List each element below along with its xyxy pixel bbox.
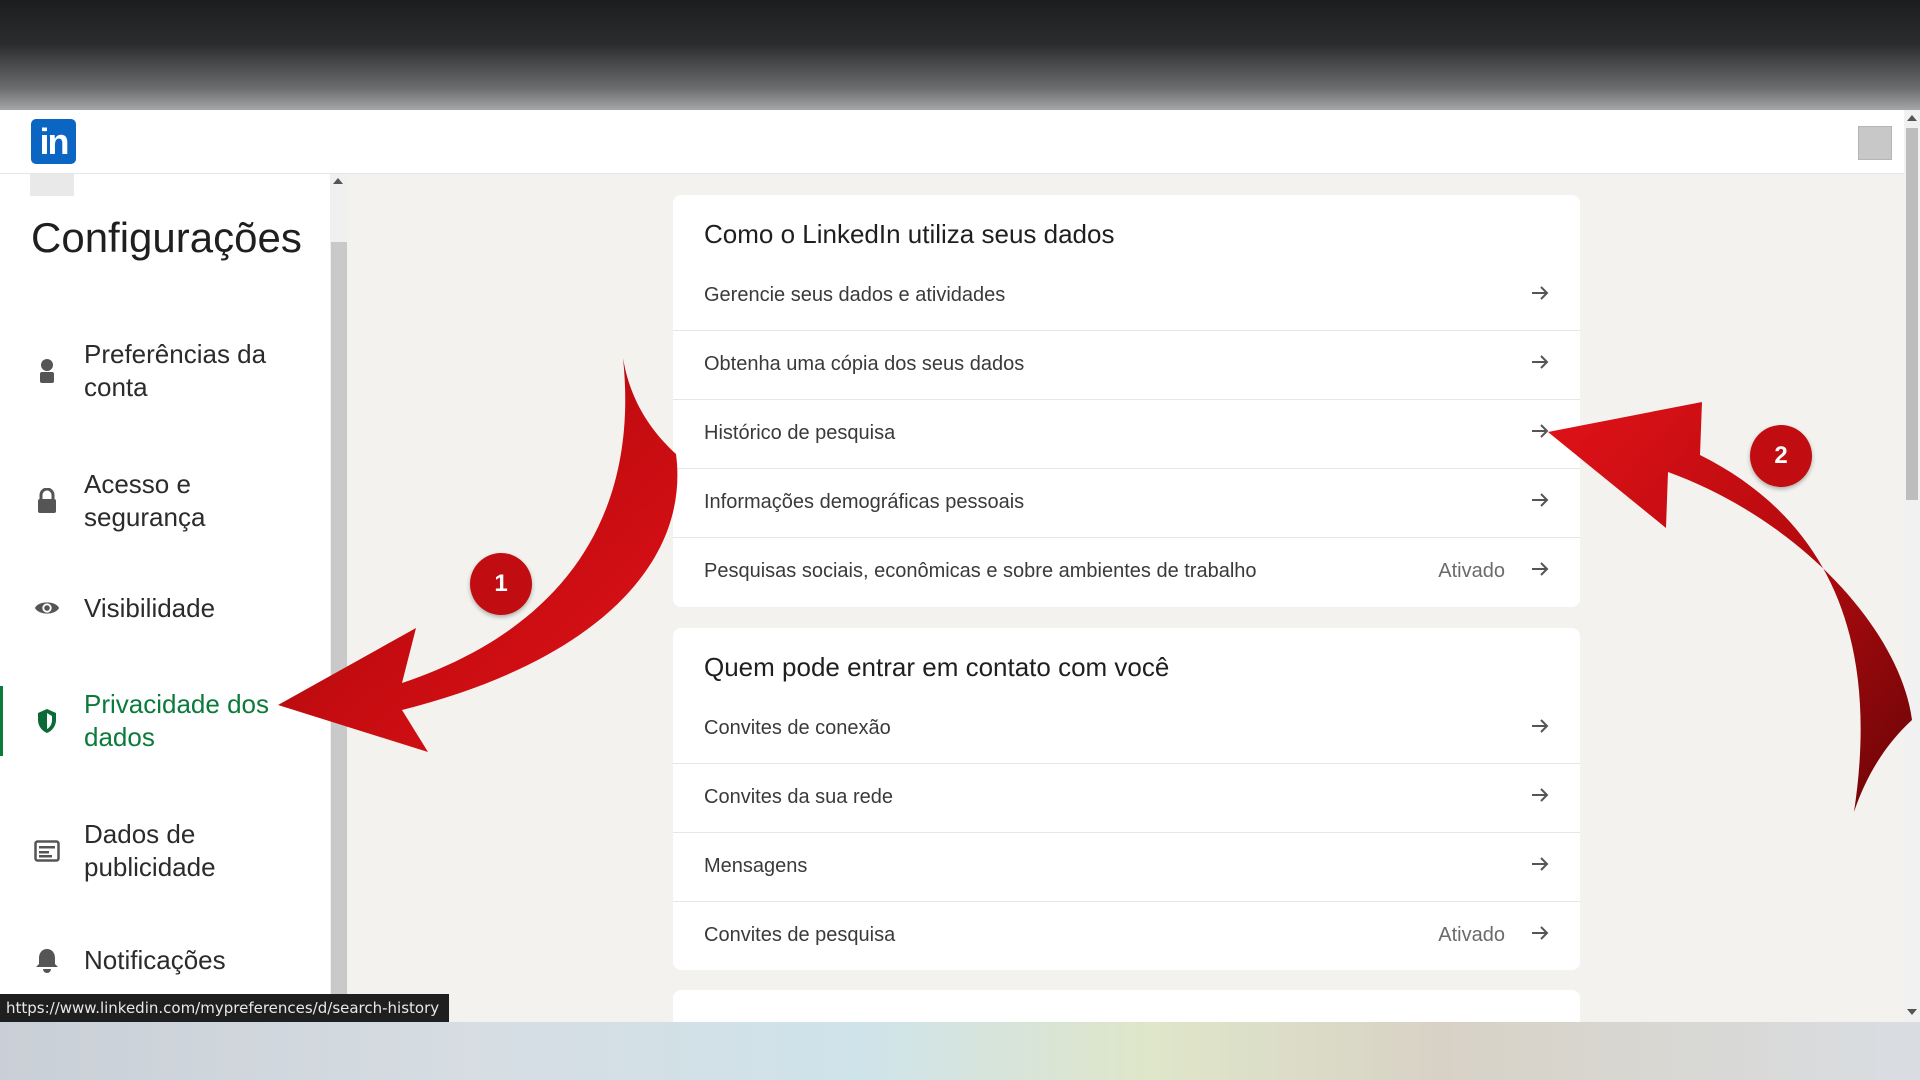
sidebar-item-data-privacy[interactable]: Privacidade dos dados: [0, 686, 328, 756]
page-scrollbar-thumb[interactable]: [1906, 128, 1918, 500]
section-title: Como o LinkedIn utiliza seus dados: [704, 219, 1115, 249]
bell-icon: [34, 947, 60, 973]
setting-row-messages[interactable]: Mensagens: [673, 833, 1580, 902]
arrow-right-icon: [1530, 785, 1550, 805]
setting-row-survey-invites[interactable]: Convites de pesquisa Ativado: [673, 902, 1580, 970]
step-badge-1: 1: [470, 553, 532, 615]
bottom-blur-band: [0, 1022, 1920, 1080]
sidebar-stub: [30, 174, 74, 196]
card-contact: Quem pode entrar em contato com você Con…: [673, 628, 1580, 970]
sidebar-item-label: Preferências da conta: [84, 339, 267, 402]
row-label: Pesquisas sociais, econômicas e sobre am…: [704, 560, 1257, 582]
status-bar-url: https://www.linkedin.com/mypreferences/d…: [0, 994, 450, 1022]
arrow-right-icon: [1530, 283, 1550, 303]
linkedin-logo[interactable]: in: [31, 119, 76, 164]
arrow-right-icon: [1530, 716, 1550, 736]
arrow-right-icon: [1530, 854, 1550, 874]
sidebar-item-access-security[interactable]: Acesso e segurança: [0, 466, 328, 536]
card-data-usage: Como o LinkedIn utiliza seus dados Geren…: [673, 195, 1580, 607]
row-label: Convites da sua rede: [704, 786, 894, 808]
section-title: Quem pode entrar em contato com você: [704, 652, 1170, 682]
setting-row-network-invites[interactable]: Convites da sua rede: [673, 764, 1580, 833]
row-label: Informações demográficas pessoais: [704, 491, 1025, 513]
setting-row-demographics[interactable]: Informações demográficas pessoais: [673, 469, 1580, 538]
sidebar-item-label: Privacidade dos dados: [84, 689, 269, 752]
settings-sidebar: Configurações Preferências da conta Aces…: [0, 174, 330, 1022]
avatar[interactable]: [1858, 126, 1892, 160]
top-blur-band: [0, 0, 1920, 110]
shield-icon: [34, 708, 60, 734]
row-label: Obtenha uma cópia dos seus dados: [704, 353, 1025, 375]
setting-row-manage-data[interactable]: Gerencie seus dados e atividades: [673, 262, 1580, 331]
page-title: Configurações: [31, 214, 302, 261]
sidebar-scrollbar-thumb[interactable]: [331, 242, 347, 1022]
sidebar-item-visibility[interactable]: Visibilidade: [0, 588, 328, 628]
ad-card-icon: [34, 838, 60, 864]
arrow-right-icon: [1530, 421, 1550, 441]
sidebar-item-account-preferences[interactable]: Preferências da conta: [0, 336, 328, 406]
setting-row-connection-invites[interactable]: Convites de conexão: [673, 695, 1580, 764]
sidebar-item-label: Dados de publicidade: [84, 819, 216, 882]
page-scroll-up-arrow[interactable]: [1907, 115, 1917, 121]
sidebar-item-ad-data[interactable]: Dados de publicidade: [0, 816, 328, 886]
sidebar-item-label: Acesso e segurança: [84, 469, 206, 532]
row-label: Gerencie seus dados e atividades: [704, 284, 1006, 306]
sidebar-item-label: Visibilidade: [84, 593, 216, 623]
arrow-right-icon: [1530, 559, 1550, 579]
row-label: Histórico de pesquisa: [704, 422, 896, 444]
step-badge-2: 2: [1750, 425, 1812, 487]
card-next-section: [673, 990, 1580, 1022]
sidebar-item-label: Notificações: [84, 945, 226, 975]
setting-row-search-history[interactable]: Histórico de pesquisa: [673, 400, 1580, 469]
arrow-right-icon: [1530, 352, 1550, 372]
sidebar-scroll-up-arrow[interactable]: [333, 178, 343, 184]
row-status: Ativado: [1438, 560, 1505, 582]
person-icon: [34, 358, 60, 384]
row-label: Mensagens: [704, 855, 808, 877]
arrow-right-icon: [1530, 490, 1550, 510]
row-label: Convites de pesquisa: [704, 924, 896, 946]
sidebar-item-notifications[interactable]: Notificações: [0, 940, 328, 980]
page-scroll-down-arrow[interactable]: [1907, 1009, 1917, 1015]
top-header: in: [0, 110, 1904, 174]
active-indicator: [0, 686, 3, 756]
lock-icon: [34, 488, 60, 514]
browser-page: in Configurações Preferências da conta A…: [0, 110, 1920, 1022]
arrow-right-icon: [1530, 923, 1550, 943]
eye-icon: [34, 595, 60, 621]
row-label: Convites de conexão: [704, 717, 891, 739]
row-status: Ativado: [1438, 924, 1505, 946]
setting-row-copy-data[interactable]: Obtenha uma cópia dos seus dados: [673, 331, 1580, 400]
setting-row-social-surveys[interactable]: Pesquisas sociais, econômicas e sobre am…: [673, 538, 1580, 607]
